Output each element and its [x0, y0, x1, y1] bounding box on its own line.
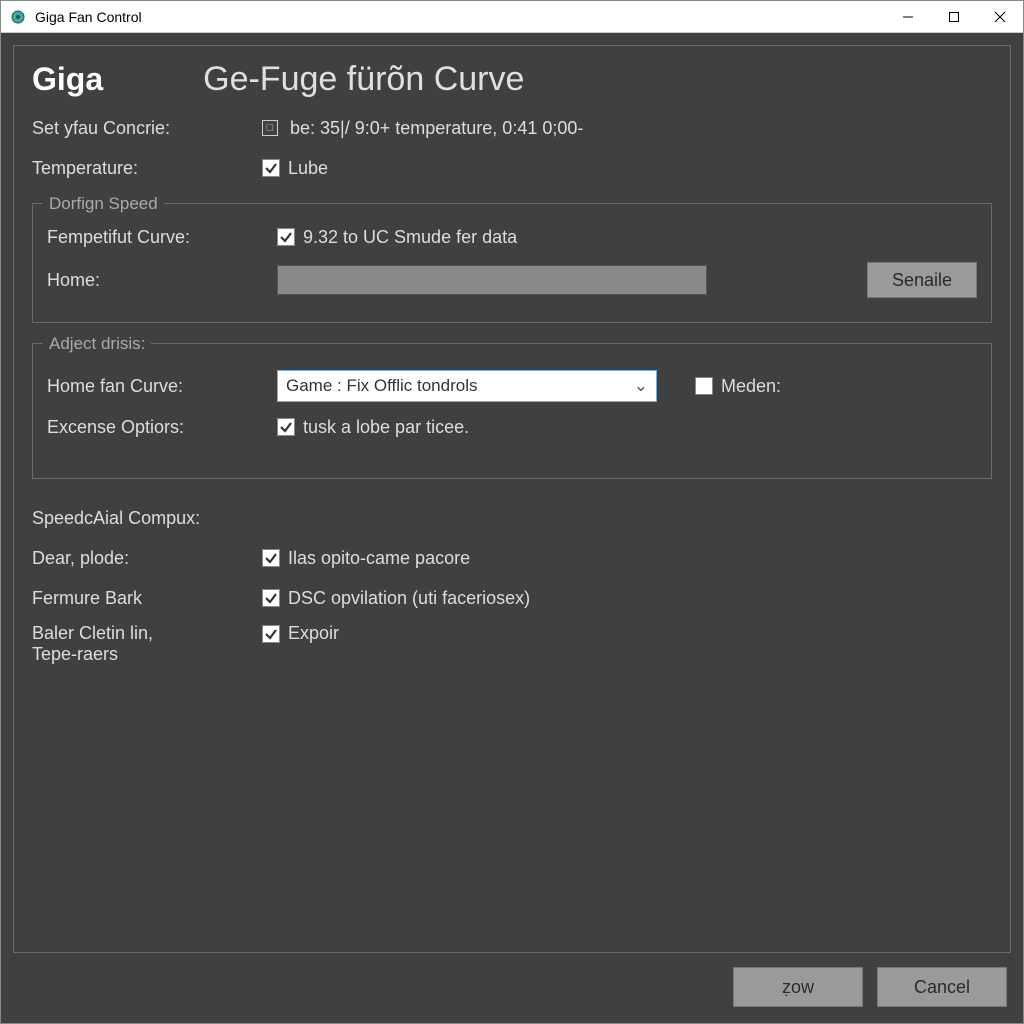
baler-label: Baler Cletin lin, Tepe-raers — [32, 623, 262, 665]
window-title: Giga Fan Control — [35, 9, 885, 25]
fermure-check-label: DSC opvilation (uti faceriosex) — [288, 588, 530, 609]
speed-compux-label: SpeedcAial Compux: — [32, 508, 262, 529]
fermure-row: Fermure Bark DSC opvilation (uti facerio… — [32, 583, 992, 613]
minimize-button[interactable] — [885, 1, 931, 33]
meden-checkbox[interactable] — [695, 377, 713, 395]
brand-logo: Giga — [32, 61, 103, 98]
senaile-button[interactable]: Senaile — [867, 262, 977, 298]
maximize-button[interactable] — [931, 1, 977, 33]
adject-drisis-legend: Adject drisis: — [43, 334, 151, 354]
main-panel: Giga Ge-Fuge fürõn Curve Set yfau Concri… — [13, 45, 1011, 953]
home-input[interactable] — [277, 265, 707, 295]
femp-curve-label: Fempetifut Curve: — [47, 227, 277, 248]
baler-checkbox[interactable] — [262, 625, 280, 643]
fermure-label: Fermure Bark — [32, 588, 262, 609]
home-fan-curve-row: Home fan Curve: Game : Fix Offlic tondro… — [47, 370, 977, 402]
header-row: Giga Ge-Fuge fürõn Curve — [32, 60, 992, 99]
home-fan-curve-label: Home fan Curve: — [47, 376, 277, 397]
dear-plode-label: Dear, plode: — [32, 548, 262, 569]
cancel-button[interactable]: Cancel — [877, 967, 1007, 1007]
set-concrie-label: Set yfau Concrie: — [32, 118, 262, 139]
dear-plode-row: Dear, plode: Ilas opito-came pacore — [32, 543, 992, 573]
temperature-checkbox[interactable] — [262, 159, 280, 177]
content-area: Giga Ge-Fuge fürõn Curve Set yfau Concri… — [1, 33, 1023, 1023]
chevron-down-icon: ⌄ — [634, 376, 648, 396]
app-icon — [9, 8, 27, 26]
home-fan-combo[interactable]: Game : Fix Offlic tondrols ⌄ — [277, 370, 657, 402]
temperature-row: Temperature: Lube — [32, 153, 992, 183]
speed-compux-row: SpeedcAial Compux: — [32, 503, 992, 533]
adject-drisis-group: Adject drisis: Home fan Curve: Game : Fi… — [32, 343, 992, 479]
home-fan-combo-text: Game : Fix Offlic tondrols — [286, 376, 634, 396]
dorfign-speed-group: Dorfign Speed Fempetifut Curve: 9.32 to … — [32, 203, 992, 323]
home-label: Home: — [47, 270, 277, 291]
temperature-check-label: Lube — [288, 158, 328, 179]
bottom-section: SpeedcAial Compux: Dear, plode: Ilas opi… — [32, 503, 992, 675]
baler-check-label: Expoir — [288, 623, 339, 644]
dialog-buttons: ẓow Cancel — [13, 953, 1011, 1011]
excense-label: Excense Optiors: — [47, 417, 277, 438]
home-row: Home: Senaile — [47, 262, 977, 298]
femp-curve-check-label: 9.32 to UC Smude fer data — [303, 227, 517, 248]
set-concrie-value: □ be: 35|/ 9:0+ temperature, 0:41 0;00- — [262, 118, 992, 139]
excense-check-label: tusk a lobe par ticee. — [303, 417, 469, 438]
temperature-label: Temperature: — [32, 158, 262, 179]
set-concrie-row: Set yfau Concrie: □ be: 35|/ 9:0+ temper… — [32, 113, 992, 143]
close-button[interactable] — [977, 1, 1023, 33]
window-controls — [885, 1, 1023, 33]
femp-curve-row: Fempetifut Curve: 9.32 to UC Smude fer d… — [47, 222, 977, 252]
fermure-checkbox[interactable] — [262, 589, 280, 607]
ok-button[interactable]: ẓow — [733, 967, 863, 1007]
titlebar: Giga Fan Control — [1, 1, 1023, 33]
dear-checkbox[interactable] — [262, 549, 280, 567]
excense-row: Excense Optiors: tusk a lobe par ticee. — [47, 412, 977, 442]
femp-curve-checkbox[interactable] — [277, 228, 295, 246]
app-window: Giga Fan Control Giga Ge-Fuge fürõn Curv… — [0, 0, 1024, 1024]
dear-check-label: Ilas opito-came pacore — [288, 548, 470, 569]
doc-icon: □ — [262, 120, 278, 136]
meden-label: Meden: — [721, 376, 781, 397]
page-title: Ge-Fuge fürõn Curve — [143, 60, 992, 99]
excense-checkbox[interactable] — [277, 418, 295, 436]
baler-row: Baler Cletin lin, Tepe-raers Expoir — [32, 623, 992, 665]
dorfign-speed-legend: Dorfign Speed — [43, 194, 164, 214]
